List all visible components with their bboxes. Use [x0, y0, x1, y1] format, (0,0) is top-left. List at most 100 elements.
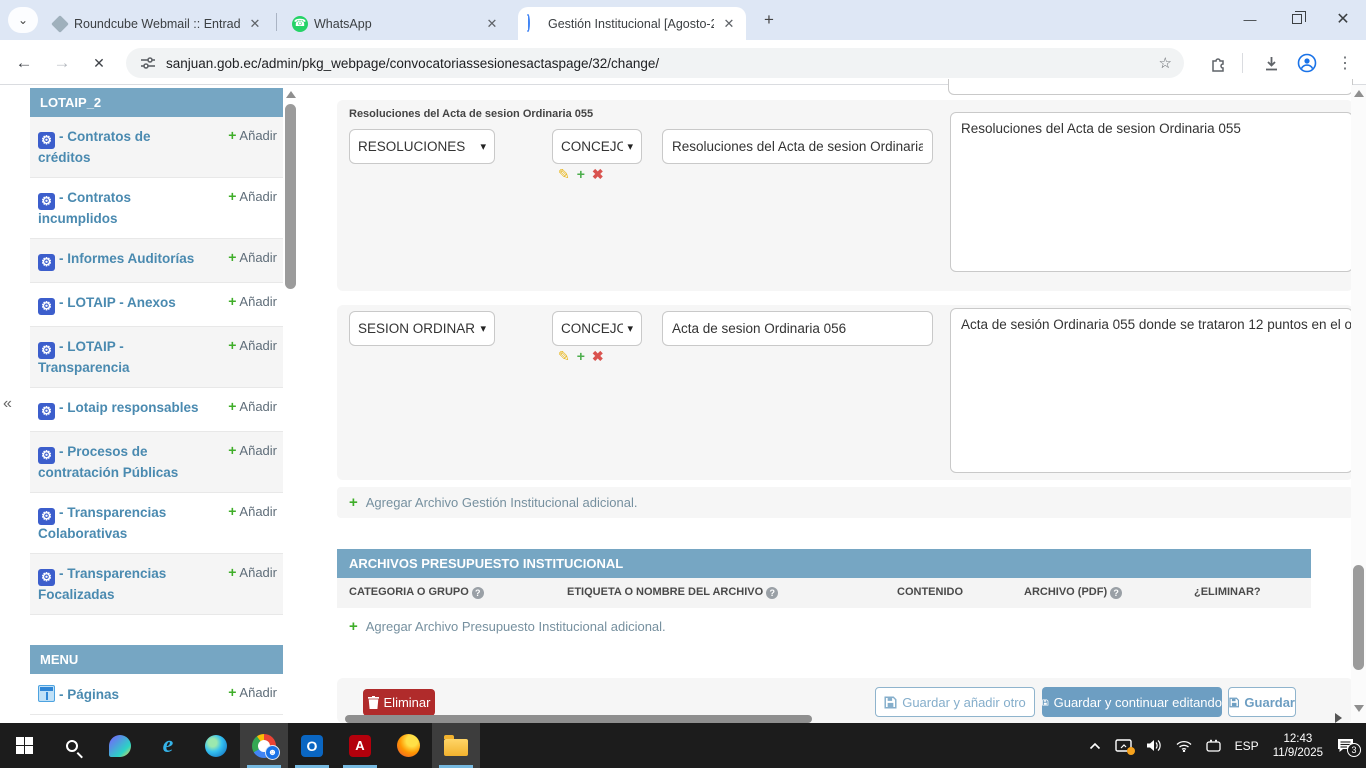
taskbar-edge-button[interactable] [192, 723, 240, 768]
tab-search-button[interactable]: ⌄ [8, 7, 38, 33]
scroll-right-icon[interactable] [1335, 713, 1342, 723]
tab-close-icon[interactable]: ✕ [246, 15, 264, 33]
vertical-scrollbar-thumb[interactable] [1353, 565, 1364, 670]
name-field[interactable] [672, 139, 923, 154]
new-tab-button[interactable]: + [756, 10, 782, 32]
sidebar-item-lotaip-anexos[interactable]: ⚙- LOTAIP - Anexos +Añadir [30, 283, 283, 327]
restore-button[interactable] [1274, 0, 1320, 38]
close-window-button[interactable]: ✕ [1320, 0, 1366, 38]
add-link[interactable]: +Añadir [228, 684, 277, 701]
sidebar-item-paginas[interactable]: - Páginas +Añadir [30, 674, 283, 715]
url-text[interactable]: sanjuan.gob.ec/admin/pkg_webpage/convoca… [166, 56, 1159, 71]
language-indicator[interactable]: ESP [1235, 739, 1259, 753]
edit-pencil-icon[interactable]: ✎ [558, 348, 570, 365]
horizontal-scrollbar-thumb[interactable] [345, 715, 812, 723]
address-bar[interactable]: sanjuan.gob.ec/admin/pkg_webpage/convoca… [126, 48, 1184, 78]
tray-chevron-up-icon[interactable] [1089, 742, 1101, 750]
taskbar-copilot-button[interactable] [96, 723, 144, 768]
edit-pencil-icon[interactable]: ✎ [558, 166, 570, 183]
minimize-button[interactable]: — [1227, 0, 1273, 38]
delete-button[interactable]: Eliminar [363, 689, 435, 716]
add-link[interactable]: +Añadir [228, 127, 277, 144]
save-add-button[interactable]: Guardar y añadir otro [875, 687, 1035, 717]
sidebar-item-transparencias-colaborativas[interactable]: ⚙- Transparencias Colaborativas +Añadir [30, 493, 283, 554]
add-plus-icon[interactable]: + [577, 166, 585, 183]
save-continue-button[interactable]: Guardar y continuar editando [1042, 687, 1222, 717]
taskbar-search-button[interactable] [48, 723, 96, 768]
sidebar-item-procesos-contratacion[interactable]: ⚙- Procesos de contratación Públicas +Añ… [30, 432, 283, 493]
help-icon[interactable]: ? [472, 587, 484, 599]
add-link[interactable]: +Añadir [228, 188, 277, 205]
add-plus-icon[interactable]: + [577, 348, 585, 365]
plus-icon: + [228, 684, 236, 700]
scroll-up-icon[interactable] [1354, 90, 1364, 97]
download-icon[interactable] [1258, 50, 1284, 76]
tray-speaker-icon[interactable] [1146, 739, 1162, 752]
category-select[interactable]: SESION ORDINARIA▾ [349, 311, 495, 346]
taskbar-ie-button[interactable]: e [144, 723, 192, 768]
add-link[interactable]: +Añadir [228, 442, 277, 459]
tray-monitor-icon[interactable] [1115, 739, 1132, 753]
help-icon[interactable]: ? [766, 587, 778, 599]
sidebar: LOTAIP_2 ⚙- Contratos de créditos +Añadi… [30, 88, 283, 755]
remove-x-icon[interactable]: ✖ [592, 166, 604, 183]
sidebar-collapse-button[interactable]: « [3, 395, 12, 413]
taskbar-firefox-button[interactable] [384, 723, 432, 768]
group-select[interactable]: CONCEJO▾ [552, 129, 642, 164]
add-link[interactable]: +Añadir [228, 564, 277, 581]
tab-close-icon[interactable]: ✕ [720, 15, 738, 33]
content-textarea[interactable]: Acta de sesión Ordinaria 055 donde se tr… [950, 308, 1353, 473]
tray-app-icon[interactable] [1206, 739, 1221, 752]
add-presupuesto-row[interactable]: +Agregar Archivo Presupuesto Institucion… [337, 611, 1311, 642]
tab-gestion-active[interactable]: Gestión Institucional [Agosto-2 ✕ [518, 7, 746, 40]
profile-icon[interactable] [1294, 50, 1320, 76]
notification-badge: 3 [1347, 743, 1361, 757]
add-gestion-row[interactable]: +Agregar Archivo Gestión Institucional a… [337, 487, 1353, 518]
taskbar-explorer-button[interactable] [432, 723, 480, 768]
taskbar-outlook-button[interactable]: O [288, 723, 336, 768]
add-link[interactable]: +Añadir [228, 337, 277, 354]
remove-x-icon[interactable]: ✖ [592, 348, 604, 365]
system-tray: ESP 12:43 11/9/2025 3 [1089, 732, 1366, 760]
plus-icon: + [228, 188, 236, 204]
clock[interactable]: 12:43 11/9/2025 [1273, 732, 1323, 760]
tab-roundcube[interactable]: Roundcube Webmail :: Entrada ✕ [44, 7, 272, 40]
tab-close-icon[interactable]: ✕ [483, 15, 501, 33]
group-select[interactable]: CONCEJO▾ [552, 311, 642, 346]
save-button[interactable]: Guardar [1228, 687, 1296, 717]
plus-icon: + [228, 337, 236, 353]
tray-wifi-icon[interactable] [1176, 740, 1192, 752]
back-button[interactable]: ← [10, 49, 38, 77]
sidebar-item-lotaip-transparencia[interactable]: ⚙- LOTAIP - Transparencia +Añadir [30, 327, 283, 388]
menu-kebab-icon[interactable]: ⋮ [1332, 50, 1358, 76]
add-link[interactable]: +Añadir [228, 503, 277, 520]
sidebar-item-transparencias-focalizadas[interactable]: ⚙- Transparencias Focalizadas +Añadir [30, 554, 283, 615]
sidebar-item-lotaip-responsables[interactable]: ⚙- Lotaip responsables +Añadir [30, 388, 283, 432]
stop-loading-button[interactable]: ✕ [85, 49, 113, 77]
help-icon[interactable]: ? [1110, 587, 1122, 599]
sidebar-item-contratos-incumplidos[interactable]: ⚙- Contratos incumplidos +Añadir [30, 178, 283, 239]
add-link[interactable]: +Añadir [228, 249, 277, 266]
name-field[interactable] [672, 321, 923, 336]
sidebar-scrollbar-thumb[interactable] [285, 104, 296, 289]
notification-center-button[interactable]: 3 [1337, 738, 1354, 753]
extensions-icon[interactable] [1205, 50, 1231, 76]
add-link[interactable]: +Añadir [228, 293, 277, 310]
previous-textarea-bottom[interactable] [948, 79, 1353, 95]
tab-whatsapp[interactable]: ☎ WhatsApp ✕ [284, 7, 509, 40]
site-settings-icon[interactable] [140, 55, 156, 71]
add-link[interactable]: +Añadir [228, 398, 277, 415]
taskbar-chrome-button[interactable]: ☻ [240, 723, 288, 768]
scroll-down-icon[interactable] [1354, 705, 1364, 712]
content-textarea[interactable]: Resoluciones del Acta de sesion Ordinari… [950, 112, 1353, 272]
start-button[interactable] [0, 723, 48, 768]
column-header: ETIQUETA O NOMBRE DEL ARCHIVO? [567, 586, 778, 599]
forward-button[interactable]: → [48, 49, 76, 77]
taskbar-acrobat-button[interactable]: A [336, 723, 384, 768]
file-explorer-icon [444, 739, 468, 756]
bookmark-star-icon[interactable]: ☆ [1159, 54, 1172, 72]
category-select[interactable]: RESOLUCIONES▾ [349, 129, 495, 164]
sidebar-item-informes-auditorias[interactable]: ⚙- Informes Auditorías +Añadir [30, 239, 283, 283]
sidebar-scroll-up-icon[interactable] [286, 91, 296, 98]
sidebar-item-contratos-creditos[interactable]: ⚙- Contratos de créditos +Añadir [30, 117, 283, 178]
